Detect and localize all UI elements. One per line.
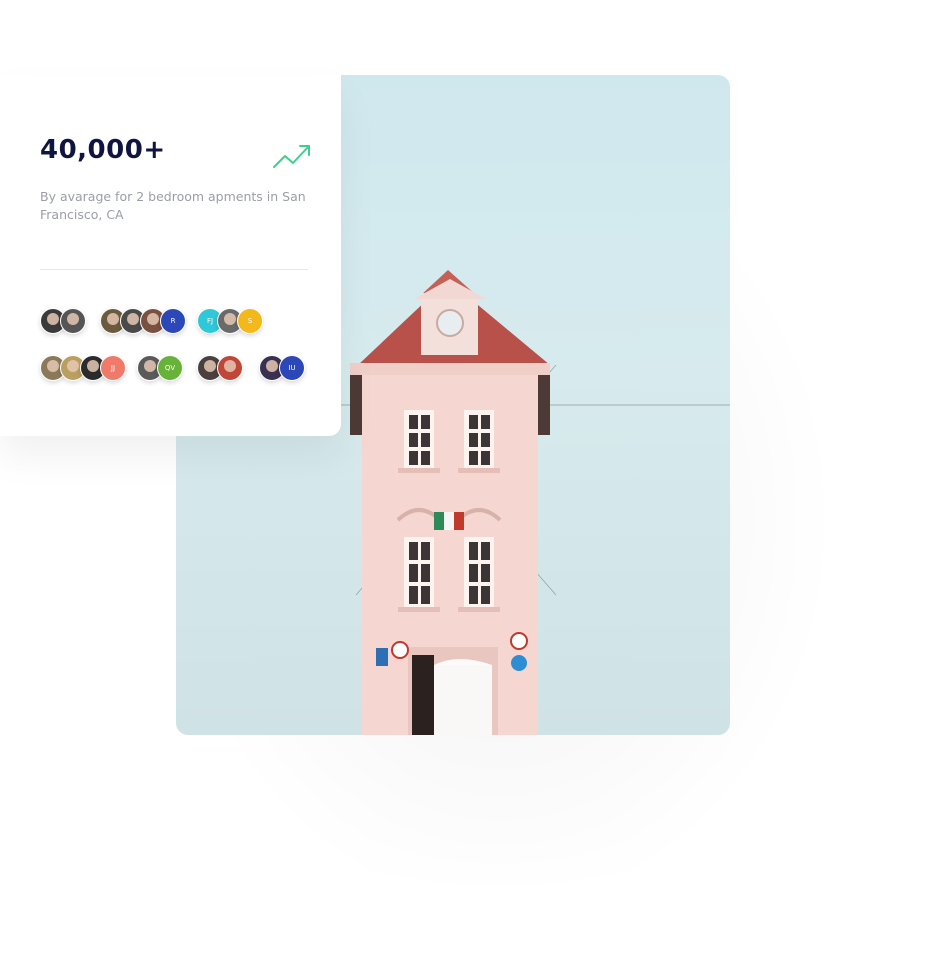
avatar[interactable]: IU (279, 355, 305, 381)
avatar-group-7[interactable]: IU (259, 355, 305, 381)
stat-card: 40,000+ By avarage for 2 bedroom apments… (0, 75, 341, 436)
avatar-group-5[interactable]: QV (137, 355, 183, 381)
stat-description: By avarage for 2 bedroom apments in San … (40, 189, 306, 222)
avatar-group-3[interactable]: FJ S (197, 308, 263, 334)
avatar[interactable]: QV (157, 355, 183, 381)
avatar-group-2[interactable]: R (100, 308, 186, 334)
avatar-group-1[interactable] (40, 308, 86, 334)
avatar-group-6[interactable] (197, 355, 243, 381)
avatar[interactable]: JJ (100, 355, 126, 381)
avatar[interactable]: S (237, 308, 263, 334)
avatar[interactable] (60, 308, 86, 334)
avatar[interactable]: R (160, 308, 186, 334)
trending-up-icon (273, 145, 310, 168)
divider (40, 269, 308, 270)
avatar[interactable] (217, 355, 243, 381)
avatar-group-4[interactable]: JJ (40, 355, 126, 381)
stat-value: 40,000+ (40, 135, 166, 165)
